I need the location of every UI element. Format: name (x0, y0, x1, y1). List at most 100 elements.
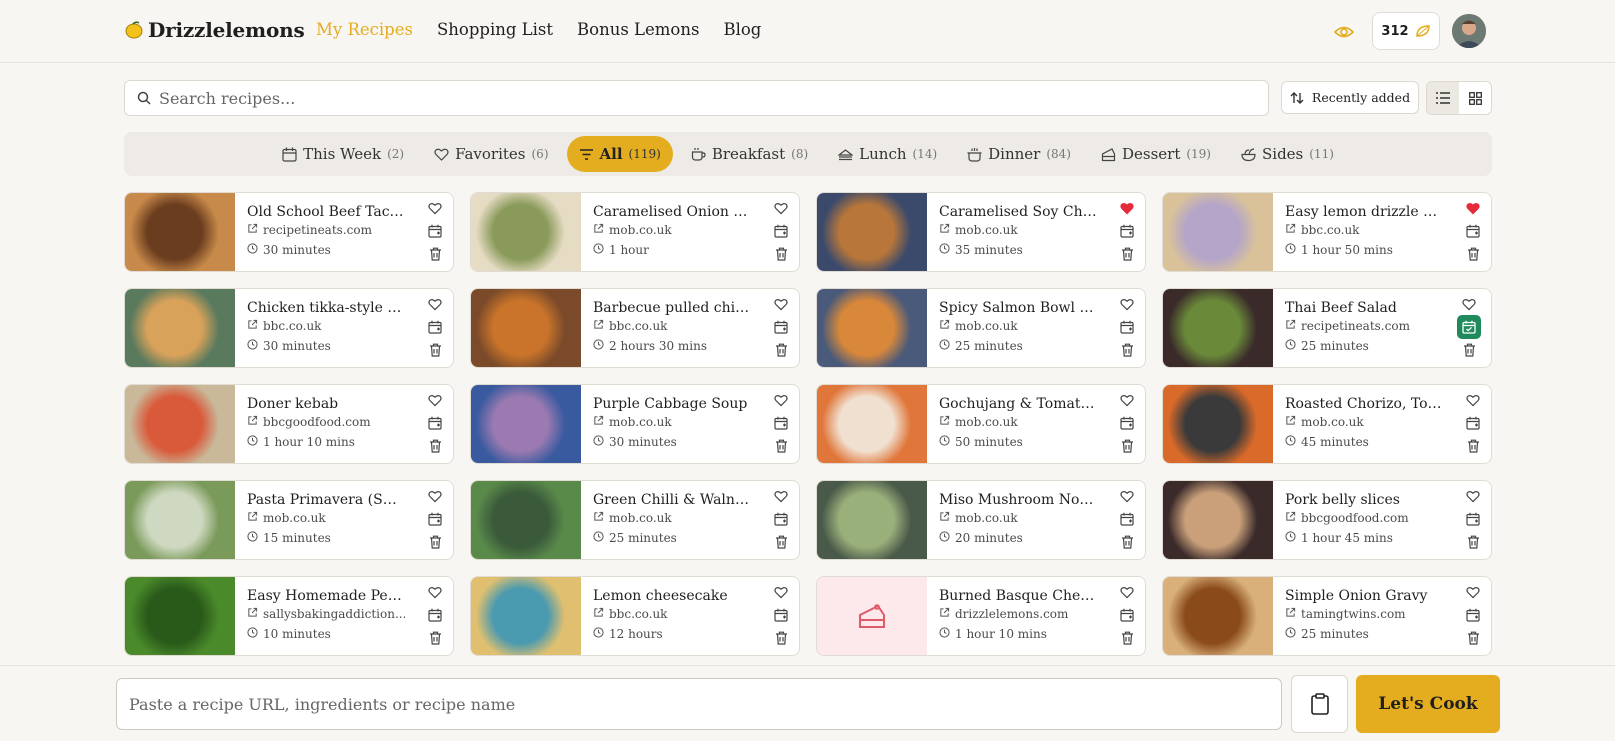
sort-button[interactable]: Recently added (1281, 81, 1419, 114)
recipe-source[interactable]: mob.co.uk (939, 223, 1097, 237)
recipe-source[interactable]: bbcgoodfood.com (1285, 511, 1443, 525)
recipe-card[interactable]: Burned Basque Cheese... drizzlelemons.com… (816, 576, 1146, 656)
favorite-heart-icon[interactable] (773, 392, 789, 408)
delete-trash-icon[interactable] (1465, 438, 1481, 454)
recipe-card[interactable]: Easy lemon drizzle cake bbc.co.uk 1 hour 5… (1162, 192, 1492, 272)
delete-trash-icon[interactable] (773, 438, 789, 454)
user-avatar[interactable] (1452, 14, 1486, 48)
recipe-source[interactable]: mob.co.uk (939, 319, 1097, 333)
delete-trash-icon[interactable] (1119, 246, 1135, 262)
nav-shopping-list[interactable]: Shopping List (437, 20, 553, 39)
recipe-source[interactable]: mob.co.uk (1285, 415, 1443, 429)
favorite-heart-icon[interactable] (1119, 200, 1135, 216)
add-to-calendar-icon[interactable] (1465, 415, 1481, 431)
lemon-credits-badge[interactable]: 312 (1372, 12, 1440, 50)
nav-my-recipes[interactable]: My Recipes (316, 20, 413, 39)
add-to-calendar-icon[interactable] (773, 415, 789, 431)
add-to-calendar-icon[interactable] (1119, 319, 1135, 335)
recipe-card[interactable]: Simple Onion Gravy tamingtwins.com 25 minu… (1162, 576, 1492, 656)
scheduled-calendar-icon[interactable] (1457, 315, 1481, 339)
delete-trash-icon[interactable] (1461, 342, 1477, 358)
recipe-source[interactable]: mob.co.uk (939, 415, 1097, 429)
search-input[interactable] (159, 88, 1239, 108)
grid-view-button[interactable] (1459, 82, 1491, 114)
tab-sides[interactable]: Sides (11) (1229, 136, 1346, 172)
favorite-heart-icon[interactable] (773, 488, 789, 504)
recipe-card[interactable]: Caramelised Soy Chick... mob.co.uk 35 minu… (816, 192, 1146, 272)
delete-trash-icon[interactable] (773, 534, 789, 550)
delete-trash-icon[interactable] (773, 630, 789, 646)
recipe-source[interactable]: drizzlelemons.com (939, 607, 1097, 621)
add-to-calendar-icon[interactable] (1119, 511, 1135, 527)
recipe-source[interactable]: recipetineats.com (247, 223, 405, 237)
recipe-card[interactable]: Pork belly slices bbcgoodfood.com 1 hour 4… (1162, 480, 1492, 560)
add-to-calendar-icon[interactable] (427, 511, 443, 527)
add-to-calendar-icon[interactable] (1465, 223, 1481, 239)
delete-trash-icon[interactable] (427, 630, 443, 646)
recipe-source[interactable]: mob.co.uk (247, 511, 405, 525)
tab-lunch[interactable]: Lunch (14) (826, 136, 949, 172)
delete-trash-icon[interactable] (1465, 246, 1481, 262)
delete-trash-icon[interactable] (773, 342, 789, 358)
recipe-source[interactable]: bbc.co.uk (1285, 223, 1443, 237)
recipe-card[interactable]: Miso Mushroom Noodl... mob.co.uk 20 minute… (816, 480, 1146, 560)
favorite-heart-icon[interactable] (427, 200, 443, 216)
add-to-calendar-icon[interactable] (1119, 607, 1135, 623)
delete-trash-icon[interactable] (1119, 630, 1135, 646)
recipe-source[interactable]: bbc.co.uk (593, 607, 751, 621)
tab-dinner[interactable]: Dinner (84) (955, 136, 1083, 172)
recipe-card[interactable]: Caramelised Onion & L... mob.co.uk 1 hour (470, 192, 800, 272)
favorite-heart-icon[interactable] (1119, 392, 1135, 408)
tab-this-week[interactable]: This Week (2) (270, 136, 416, 172)
recipe-card[interactable]: Old School Beef Taco r... recipetineats.c… (124, 192, 454, 272)
delete-trash-icon[interactable] (427, 246, 443, 262)
recipe-card[interactable]: Easy Homemade Pesto... sallysbakingaddict… (124, 576, 454, 656)
recipe-source[interactable]: mob.co.uk (593, 511, 751, 525)
recipe-card[interactable]: Roasted Chorizo, Toma... mob.co.uk 45 minu… (1162, 384, 1492, 464)
add-to-calendar-icon[interactable] (1119, 415, 1135, 431)
favorite-heart-icon[interactable] (427, 488, 443, 504)
brand-logo[interactable]: Drizzlelemons (124, 18, 305, 42)
recipe-url-input[interactable] (129, 694, 1269, 714)
recipe-source[interactable]: bbc.co.uk (247, 319, 405, 333)
favorite-heart-icon[interactable] (1119, 584, 1135, 600)
add-to-calendar-icon[interactable] (773, 607, 789, 623)
favorite-heart-icon[interactable] (773, 584, 789, 600)
favorite-heart-icon[interactable] (1465, 584, 1481, 600)
add-to-calendar-icon[interactable] (1465, 607, 1481, 623)
favorite-heart-icon[interactable] (427, 296, 443, 312)
recipe-card[interactable]: Chicken tikka-style sa... bbc.co.uk 30 min… (124, 288, 454, 368)
favorite-heart-icon[interactable] (1465, 392, 1481, 408)
paste-clipboard-button[interactable] (1291, 675, 1348, 733)
tab-breakfast[interactable]: Breakfast (8) (679, 136, 820, 172)
recipe-source[interactable]: mob.co.uk (593, 223, 751, 237)
recipe-card[interactable]: Thai Beef Salad recipetineats.com 25 minut… (1162, 288, 1492, 368)
add-to-calendar-icon[interactable] (1465, 511, 1481, 527)
tab-all[interactable]: All (119) (566, 136, 673, 172)
add-to-calendar-icon[interactable] (427, 319, 443, 335)
favorite-heart-icon[interactable] (1461, 296, 1477, 312)
favorite-heart-icon[interactable] (773, 296, 789, 312)
favorite-heart-icon[interactable] (773, 200, 789, 216)
recipe-source[interactable]: bbcgoodfood.com (247, 415, 405, 429)
nav-blog[interactable]: Blog (723, 20, 761, 39)
add-to-calendar-icon[interactable] (773, 511, 789, 527)
recipe-source[interactable]: recipetineats.com (1285, 319, 1443, 333)
delete-trash-icon[interactable] (1465, 534, 1481, 550)
recipe-card[interactable]: Green Chilli & Walnut ... mob.co.uk 25 min… (470, 480, 800, 560)
delete-trash-icon[interactable] (427, 438, 443, 454)
add-to-calendar-icon[interactable] (427, 223, 443, 239)
favorite-heart-icon[interactable] (1465, 200, 1481, 216)
delete-trash-icon[interactable] (1119, 534, 1135, 550)
tab-favorites[interactable]: Favorites (6) (422, 136, 560, 172)
recipe-source[interactable]: sallysbakingaddiction.... (247, 607, 405, 621)
recipe-card[interactable]: Gochujang & Tomato S... mob.co.uk 50 minut… (816, 384, 1146, 464)
recipe-card[interactable]: Barbecue pulled chick... bbc.co.uk 2 hours… (470, 288, 800, 368)
recipe-card[interactable]: Doner kebab bbcgoodfood.com 1 hour 10 mins (124, 384, 454, 464)
add-to-calendar-icon[interactable] (427, 607, 443, 623)
favorite-heart-icon[interactable] (1465, 488, 1481, 504)
favorite-heart-icon[interactable] (427, 392, 443, 408)
recipe-source[interactable]: mob.co.uk (939, 511, 1097, 525)
tab-dessert[interactable]: Dessert (19) (1089, 136, 1223, 172)
add-to-calendar-icon[interactable] (773, 319, 789, 335)
